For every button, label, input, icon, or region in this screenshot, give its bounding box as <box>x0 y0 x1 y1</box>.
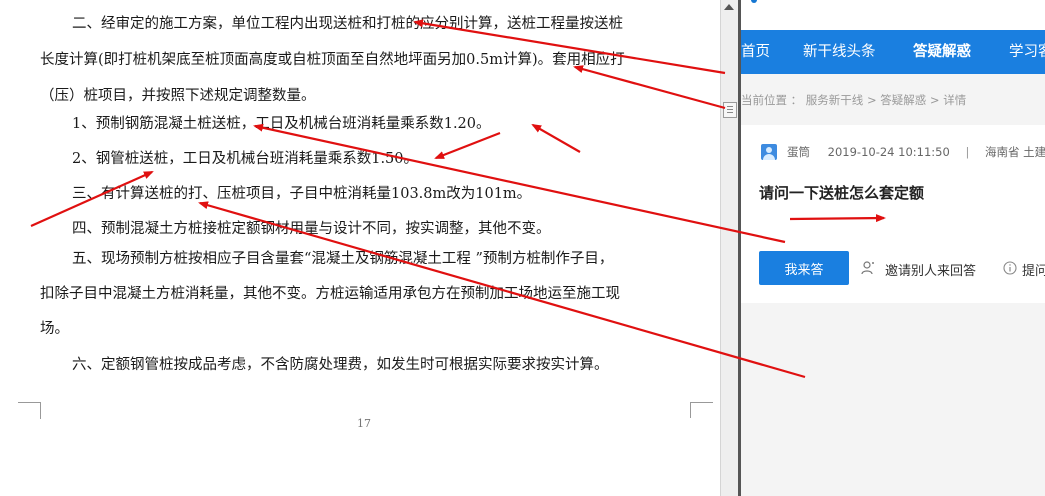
question-title: 请问一下送桩怎么套定额 <box>759 184 925 202</box>
scroll-thumb[interactable] <box>723 102 737 118</box>
document-scrollbar[interactable] <box>720 0 739 496</box>
breadcrumb: 当前位置 ： 服务新干线 > 答疑解惑 > 详情 <box>741 93 967 107</box>
paragraph-line: 五、现场预制方桩按相应子目含量套“混凝土及钢筋混凝土工程 ”预制方桩制作子目， <box>72 251 614 267</box>
logo-dot-icon <box>751 0 757 3</box>
nav-qa[interactable]: 答疑解惑 <box>913 30 971 74</box>
paragraph-item-1: 1、预制钢筋混凝土桩送桩，工日及机械台班消耗量乘系数1.20。 <box>72 116 491 132</box>
paragraph-line: 扣除子目中混凝土方桩消耗量，其他不变。方桩运输适用承包方在预制加工场地运至施工现 <box>40 286 620 302</box>
user-invite-icon[interactable] <box>861 261 875 275</box>
paragraph-line: 场。 <box>40 321 69 337</box>
document-page: 二、经审定的施工方案，单位工程内出现送桩和打桩的应分别计算，送桩工程量按送桩 长… <box>0 0 720 496</box>
question-meta: 蛋筒 2019-10-24 10:11:50 | 海南省 土建 <box>787 144 1045 160</box>
question-location: 海南省 土建 <box>984 145 1045 159</box>
main-nav: 首页 新干线头条 答疑解惑 学习客 <box>741 30 1045 74</box>
paragraph-item-2: 2、钢管桩送桩，工日及机械台班消耗量乘系数1.50。 <box>72 151 419 167</box>
meta-separator: | <box>965 145 970 159</box>
page-corner-mark-right <box>690 402 713 418</box>
info-icon[interactable] <box>1003 261 1017 275</box>
invite-link[interactable]: 邀请别人来回答 <box>885 260 976 279</box>
paragraph-2: 二、经审定的施工方案，单位工程内出现送桩和打桩的应分别计算，送桩工程量按送桩 长… <box>0 6 700 114</box>
question-author[interactable]: 蛋筒 <box>787 145 810 159</box>
web-panel: 首页 新干线头条 答疑解惑 学习客 当前位置 ： 服务新干线 > 答疑解惑 > … <box>741 0 1045 496</box>
paragraph-6: 六、定额钢管桩按成品考虑，不含防腐处理费，如发生时可根据实际要求按实计算。 <box>72 357 609 373</box>
scroll-up-arrow-icon[interactable] <box>724 4 734 10</box>
top-strip <box>741 0 1045 30</box>
nav-home[interactable]: 首页 <box>741 30 770 74</box>
paragraph-3: 三、有计算送桩的打、压桩项目，子目中桩消耗量103.8m改为101m。 <box>72 186 532 202</box>
paragraph-line: 长度计算(即打桩机架底至桩顶面高度或自桩顶面至自然地坪面另加0.5m计算)。套用… <box>40 52 625 68</box>
ask-link[interactable]: 提问 <box>1022 260 1045 279</box>
answer-button[interactable]: 我来答 <box>759 251 849 285</box>
page-number: 17 <box>357 417 371 430</box>
user-avatar-icon[interactable] <box>761 144 777 160</box>
nav-learning[interactable]: 学习客 <box>1009 30 1045 74</box>
paragraph-5: 五、现场预制方桩按相应子目含量套“混凝土及钢筋混凝土工程 ”预制方桩制作子目， … <box>0 242 700 347</box>
page-corner-mark-left <box>18 402 41 419</box>
nav-headlines[interactable]: 新干线头条 <box>803 30 876 74</box>
question-datetime: 2019-10-24 10:11:50 <box>827 145 950 159</box>
paragraph-line: 二、经审定的施工方案，单位工程内出现送桩和打桩的应分别计算，送桩工程量按送桩 <box>72 16 623 32</box>
